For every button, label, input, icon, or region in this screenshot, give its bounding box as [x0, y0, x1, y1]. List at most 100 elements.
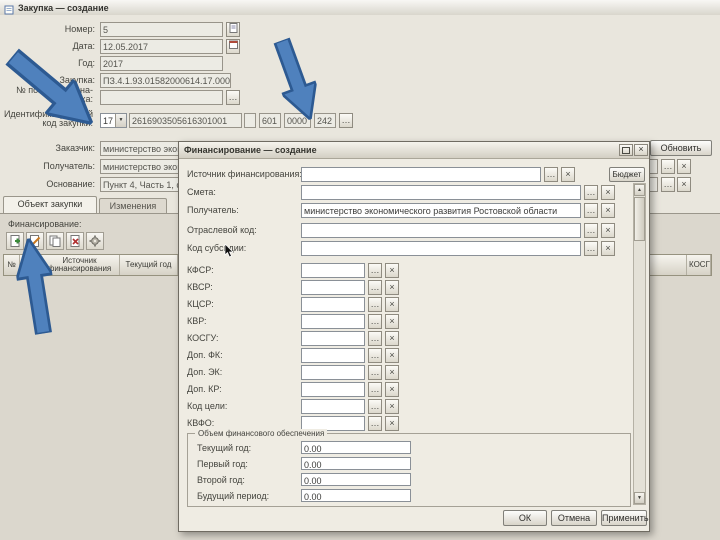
poluchatel-clear-button[interactable]	[677, 159, 691, 174]
classification-clear-button[interactable]	[385, 348, 399, 363]
ikz-year-combobox[interactable]: 17 ▼	[100, 113, 127, 128]
dlg-istochnik-label: Источник финансирования:	[187, 169, 302, 179]
financing-section-label: Финансирование:	[8, 219, 82, 229]
classification-clear-button[interactable]	[385, 331, 399, 346]
dlg-subsidiya-clear-button[interactable]	[601, 241, 615, 256]
classification-lookup-button[interactable]	[368, 365, 382, 380]
dlg-smeta-lookup-button[interactable]	[584, 185, 598, 200]
nomer-generate-button[interactable]	[226, 22, 240, 37]
ikz-lookup-button[interactable]	[339, 113, 353, 128]
dlg-istochnik-field[interactable]	[301, 167, 541, 182]
dlg-poluchatel-clear-button[interactable]	[601, 203, 615, 218]
poluchatel-lookup-button[interactable]	[661, 159, 675, 174]
tab-object-zakupki[interactable]: Объект закупки	[3, 196, 97, 213]
classification-label: КЦСР:	[187, 299, 214, 309]
classification-field[interactable]	[301, 365, 365, 380]
classification-rows: КФСР: КВСР: КЦСР:	[179, 263, 629, 433]
classification-field[interactable]	[301, 297, 365, 312]
classification-clear-button[interactable]	[385, 365, 399, 380]
dlg-poluchatel-field[interactable]: министерство экономического развития Рос…	[301, 203, 581, 218]
classification-field[interactable]	[301, 314, 365, 329]
dialog-scrollbar[interactable]: ▲ ▼	[633, 183, 646, 505]
classification-field[interactable]	[301, 399, 365, 414]
close-icon[interactable]: ×	[634, 144, 648, 156]
classification-label: Код цели:	[187, 401, 228, 411]
classification-field[interactable]	[301, 280, 365, 295]
dlg-otraslevoy-field[interactable]	[301, 223, 581, 238]
classification-row: Доп. ЭК:	[179, 365, 629, 382]
classification-lookup-button[interactable]	[368, 280, 382, 295]
osnovanie-lookup-button[interactable]	[661, 177, 675, 192]
plan-pos-field[interactable]	[100, 90, 223, 105]
classification-clear-button[interactable]	[385, 263, 399, 278]
apply-button[interactable]: Применить	[601, 510, 649, 526]
nomer-field[interactable]: 5	[100, 22, 223, 37]
financing-create-dialog: Финансирование — создание × Источник фин…	[178, 141, 650, 532]
volume-field[interactable]: 0.00	[301, 457, 411, 470]
classification-field[interactable]	[301, 348, 365, 363]
plan-pos-lookup-button[interactable]	[226, 90, 240, 105]
volume-label: Текущий год:	[197, 443, 252, 453]
classification-clear-button[interactable]	[385, 399, 399, 414]
volume-label: Первый год:	[197, 459, 248, 469]
classification-clear-button[interactable]	[385, 382, 399, 397]
classification-lookup-button[interactable]	[368, 348, 382, 363]
classification-lookup-button[interactable]	[368, 263, 382, 278]
volume-row: Первый год: 0.00	[187, 457, 627, 473]
dlg-istochnik-lookup-button[interactable]	[544, 167, 558, 182]
copy-financing-button[interactable]	[46, 232, 64, 250]
ikz-seg2-field: 601	[259, 113, 281, 128]
classification-lookup-button[interactable]	[368, 331, 382, 346]
scrollbar-thumb[interactable]	[634, 197, 645, 241]
dlg-otraslevoy-lookup-button[interactable]	[584, 223, 598, 238]
dlg-smeta-label: Смета:	[187, 187, 216, 197]
classification-clear-button[interactable]	[385, 297, 399, 312]
delete-financing-button[interactable]	[66, 232, 84, 250]
tab-izmeneniya[interactable]: Изменения	[99, 198, 167, 213]
classification-lookup-button[interactable]	[368, 399, 382, 414]
classification-row: Доп. КР:	[179, 382, 629, 399]
classification-lookup-button[interactable]	[368, 297, 382, 312]
ikz-year-value: 17	[103, 116, 114, 126]
classification-field[interactable]	[301, 382, 365, 397]
classification-field[interactable]	[301, 263, 365, 278]
column-kosgu[interactable]: КОСГУ	[687, 255, 711, 275]
volume-group-title: Объем финансового обеспечения	[195, 429, 328, 438]
volume-field[interactable]: 0.00	[301, 441, 411, 454]
classification-clear-button[interactable]	[385, 416, 399, 431]
classification-lookup-button[interactable]	[368, 314, 382, 329]
scroll-up-icon[interactable]: ▲	[634, 184, 645, 196]
classification-label: КВСР:	[187, 282, 213, 292]
cancel-button[interactable]: Отмена	[551, 510, 597, 526]
volume-field[interactable]: 0.00	[301, 473, 411, 486]
scroll-down-icon[interactable]: ▼	[634, 492, 645, 504]
classification-clear-button[interactable]	[385, 314, 399, 329]
chevron-down-icon[interactable]: ▼	[115, 114, 126, 127]
dlg-smeta-clear-button[interactable]	[601, 185, 615, 200]
osnovanie-clear-button[interactable]	[677, 177, 691, 192]
classification-lookup-button[interactable]	[368, 382, 382, 397]
delete-icon	[70, 235, 80, 247]
calendar-icon[interactable]	[226, 39, 240, 54]
refresh-button[interactable]: Обновить	[650, 140, 712, 156]
gear-icon	[89, 235, 101, 247]
classification-field[interactable]	[301, 331, 365, 346]
classification-row: КВСР:	[179, 280, 629, 297]
dlg-smeta-field[interactable]	[301, 185, 581, 200]
dlg-poluchatel-lookup-button[interactable]	[584, 203, 598, 218]
dlg-subsidiya-lookup-button[interactable]	[584, 241, 598, 256]
data-field[interactable]: 12.05.2017	[100, 39, 223, 54]
classification-clear-button[interactable]	[385, 280, 399, 295]
column-current-year[interactable]: Текущий год	[120, 255, 178, 275]
volume-field[interactable]: 0.00	[301, 489, 411, 502]
classification-lookup-button[interactable]	[368, 416, 382, 431]
dlg-subsidiya-field[interactable]	[301, 241, 581, 256]
dlg-istochnik-clear-button[interactable]	[561, 167, 575, 182]
settings-financing-button[interactable]	[86, 232, 104, 250]
budget-button[interactable]: Бюджет	[609, 167, 645, 182]
zakazchik-label: Заказчик:	[55, 143, 95, 153]
maximize-icon[interactable]	[619, 144, 633, 156]
ok-button[interactable]: ОК	[503, 510, 547, 526]
dlg-otraslevoy-clear-button[interactable]	[601, 223, 615, 238]
dialog-title: Финансирование — создание	[184, 145, 317, 155]
